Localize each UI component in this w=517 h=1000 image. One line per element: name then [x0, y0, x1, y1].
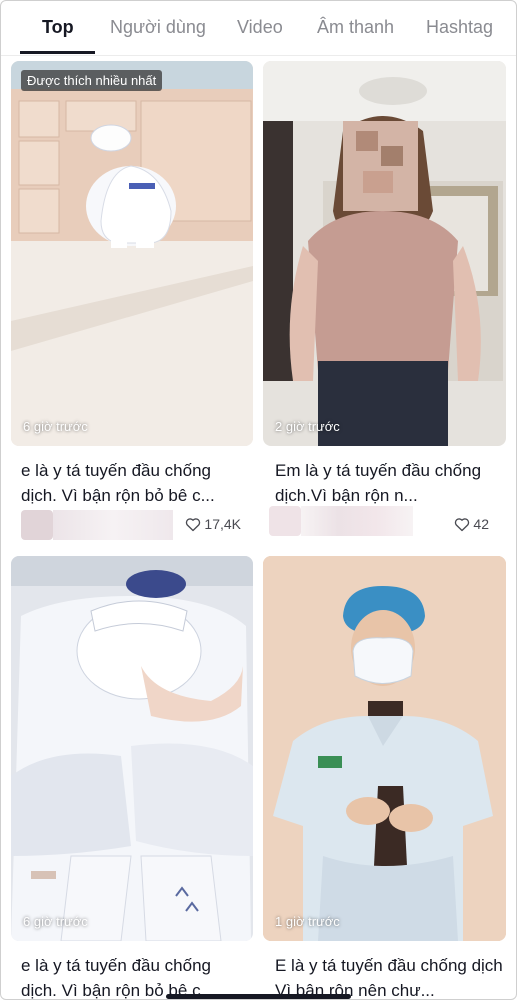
avatar[interactable]: [269, 506, 301, 536]
video-meta: 17,4K: [21, 510, 241, 540]
active-tab-indicator: [20, 51, 95, 54]
video-thumbnail[interactable]: 1 giờ trước: [263, 556, 506, 941]
tab-users[interactable]: Người dùng: [110, 17, 206, 38]
video-thumbnail[interactable]: 2 giờ trước: [263, 61, 506, 446]
most-liked-badge: Được thích nhiều nhất: [21, 70, 163, 91]
video-time: 2 giờ trước: [275, 419, 340, 434]
tab-hashtag[interactable]: Hashtag: [426, 17, 493, 38]
avatar[interactable]: [21, 510, 53, 540]
search-results-screen: Top Người dùng Video Âm thanh Hashtag Đư…: [0, 0, 517, 1000]
video-meta: 42: [269, 506, 489, 536]
video-time: 1 giờ trước: [275, 914, 340, 929]
video-description[interactable]: Em là y tá tuyến đầu chống dịch.Vì bận r…: [275, 458, 505, 508]
username-redacted: [301, 506, 413, 536]
home-indicator[interactable]: [166, 994, 351, 999]
tab-video[interactable]: Video: [237, 17, 283, 38]
video-description[interactable]: e là y tá tuyến đầu chống dịch. Vì bận r…: [21, 458, 251, 508]
like-count: 17,4K: [185, 516, 241, 532]
video-thumbnail[interactable]: 6 giờ trước: [11, 556, 253, 941]
video-description[interactable]: e là y tá tuyến đầu chống dịch. Vì bận r…: [21, 953, 251, 999]
username-redacted: [53, 510, 173, 540]
tab-sounds[interactable]: Âm thanh: [317, 17, 394, 38]
like-count-value: 17,4K: [204, 516, 241, 532]
video-thumbnail[interactable]: Được thích nhiều nhất 6 giờ trước: [11, 61, 253, 446]
tab-top[interactable]: Top: [42, 17, 74, 38]
like-count: 42: [454, 516, 489, 532]
search-tabs: Top Người dùng Video Âm thanh Hashtag: [1, 1, 516, 56]
heart-outline-icon: [455, 517, 470, 531]
like-count-value: 42: [473, 516, 489, 532]
video-time: 6 giờ trước: [23, 419, 88, 434]
video-time: 6 giờ trước: [23, 914, 88, 929]
heart-outline-icon: [186, 517, 201, 531]
video-description[interactable]: E là y tá tuyến đầu chống dịch Vì bận rộ…: [275, 953, 505, 999]
